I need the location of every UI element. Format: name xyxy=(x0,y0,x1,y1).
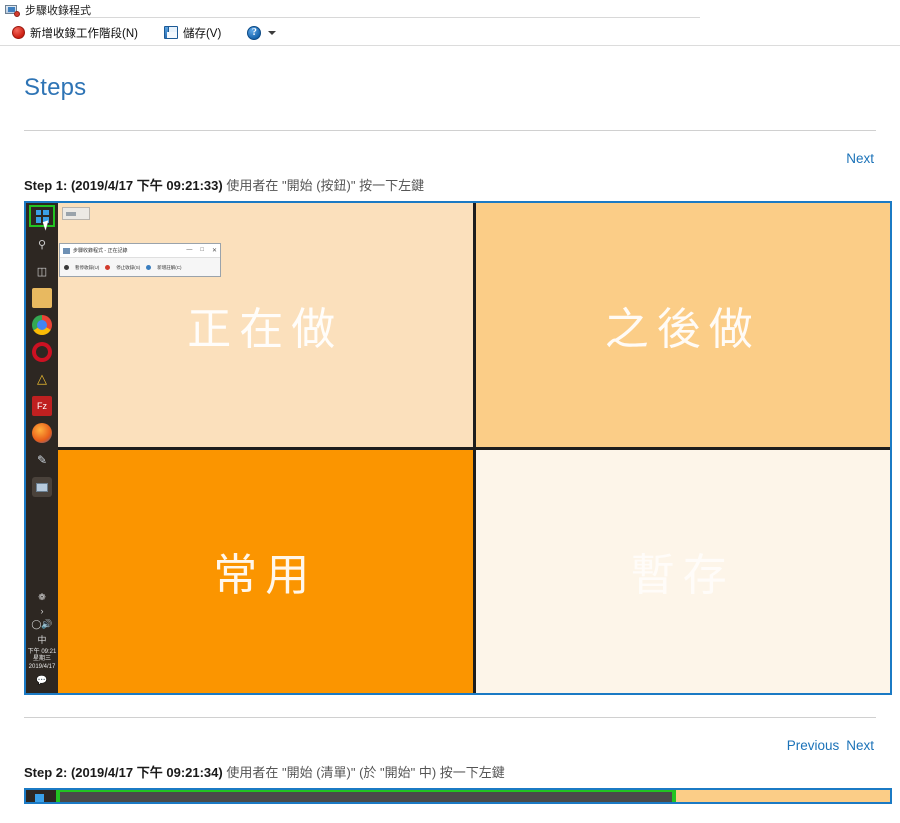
step-1-description: Step 1: (2019/4/17 下午 09:21:33) 使用者在 "開始… xyxy=(24,175,876,194)
save-label: 儲存(V) xyxy=(182,27,222,40)
step-1-separator xyxy=(24,717,876,718)
system-tray: ❁ › ◯🔊 中 下午 09:21 星期三 2019/4/17 💬 xyxy=(26,592,58,690)
recorder-window-toolbar: 暫停收錄(U) 停止收錄(S) 新增註解(C) xyxy=(60,258,220,277)
page-title: Steps xyxy=(24,74,87,101)
step-2-navigation: Previous Next xyxy=(24,738,876,753)
quadrant-frequent: 常用 xyxy=(58,449,473,693)
start-button[interactable] xyxy=(29,205,55,227)
step-2-start-menu xyxy=(60,792,672,802)
steps-recorder-icon xyxy=(63,247,70,254)
clock-time[interactable]: 下午 09:21 xyxy=(28,649,57,657)
save-button[interactable]: 儲存(V) xyxy=(158,22,227,44)
new-recording-session-button[interactable]: 新增收錄工作階段(N) xyxy=(6,22,144,44)
maximize-icon[interactable]: □ xyxy=(200,247,204,254)
step-2-prefix: Step 2: xyxy=(24,765,68,780)
clock-day[interactable]: 星期三 xyxy=(33,656,51,664)
step-2-action: 使用者在 "開始 (清單)" (於 "開始" 中) 按一下左鍵 xyxy=(226,765,505,780)
step-2-screenshot[interactable] xyxy=(24,788,892,804)
title-divider xyxy=(60,17,700,18)
quadrant-frequent-label: 常用 xyxy=(213,550,318,602)
comment-label[interactable]: 新增註解(C) xyxy=(157,265,181,271)
chrome-icon[interactable] xyxy=(32,315,52,335)
quadrant-temp: 暫存 xyxy=(475,449,890,693)
step-2-description: Step 2: (2019/4/17 下午 09:21:34) 使用者在 "開始… xyxy=(24,762,876,781)
step-1-screenshot[interactable]: 正在做 之後做 常用 暫存 步驟收錄程式 - 正在記錄 — □ ✕ 暫停收錄(U… xyxy=(24,201,892,695)
file-explorer-icon[interactable] xyxy=(32,288,52,308)
recorder-window[interactable]: 步驟收錄程式 - 正在記錄 — □ ✕ 暫停收錄(U) 停止收錄(S) 新增註解… xyxy=(59,243,221,277)
help-icon: ? xyxy=(247,25,262,40)
next-link[interactable]: Next xyxy=(846,738,874,753)
clock-date[interactable]: 2019/4/17 xyxy=(29,664,56,672)
bluetooth-icon[interactable]: ❁ xyxy=(38,592,46,603)
windows-taskbar: ⚲ ◫ △ Fz ✎ ❁ › ◯🔊 中 下午 09:21 星期三 2019/4/… xyxy=(26,203,58,693)
quadrant-do-later: 之後做 xyxy=(475,203,890,447)
opera-icon[interactable] xyxy=(32,342,52,362)
ime-icon[interactable]: 中 xyxy=(37,633,46,646)
steps-document: Steps Next Step 1: (2019/4/17 下午 09:21:3… xyxy=(0,46,900,822)
overflow-chevron-icon[interactable]: › xyxy=(41,606,44,616)
window-title: 步驟收錄程式 xyxy=(25,5,91,17)
recorder-window-title-bar: 步驟收錄程式 - 正在記錄 — □ ✕ xyxy=(60,244,220,258)
steps-recorder-icon[interactable] xyxy=(32,477,52,497)
step-2-timestamp: (2019/4/17 下午 09:21:34) xyxy=(70,765,223,780)
window-title-bar: 步驟收錄程式 xyxy=(0,0,900,20)
steps-recorder-icon xyxy=(5,4,20,17)
help-button[interactable]: ? xyxy=(241,22,282,44)
chevron-down-icon[interactable] xyxy=(268,30,277,35)
new-recording-session-label: 新增收錄工作階段(N) xyxy=(30,27,138,40)
title-separator xyxy=(24,130,876,131)
paint-icon[interactable]: ✎ xyxy=(32,450,52,470)
previous-link[interactable]: Previous xyxy=(787,738,840,753)
toolbar: 新增收錄工作階段(N) 儲存(V) ? xyxy=(0,20,900,46)
step-1-navigation: Next xyxy=(24,151,876,166)
action-center-icon[interactable]: 💬 xyxy=(36,675,47,686)
pause-icon xyxy=(64,265,69,270)
search-icon[interactable]: ⚲ xyxy=(32,234,52,254)
recorder-window-controls: — □ ✕ xyxy=(186,247,217,254)
save-icon xyxy=(163,26,178,39)
notepadpp-icon[interactable]: △ xyxy=(32,369,52,389)
stop-icon xyxy=(105,265,111,270)
comment-icon xyxy=(146,265,152,270)
task-view-icon[interactable]: ◫ xyxy=(32,261,52,281)
network-volume-icons[interactable]: ◯🔊 xyxy=(31,619,52,630)
step-1-prefix: Step 1: xyxy=(24,178,68,193)
firefox-icon[interactable] xyxy=(32,423,52,443)
quadrant-do-later-label: 之後做 xyxy=(604,303,761,355)
step-2-taskbar xyxy=(26,790,56,802)
minimize-icon[interactable]: — xyxy=(186,247,192,254)
quadrant-temp-label: 暫存 xyxy=(630,550,735,602)
filezilla-icon[interactable]: Fz xyxy=(32,396,52,416)
next-link[interactable]: Next xyxy=(846,151,874,166)
pause-label[interactable]: 暫停收錄(U) xyxy=(75,265,99,271)
stop-label[interactable]: 停止收錄(S) xyxy=(116,265,140,271)
taskbar-thumbnail xyxy=(62,207,90,220)
quadrant-doing-now-label: 正在做 xyxy=(187,303,344,355)
recorder-window-title: 步驟收錄程式 - 正在記錄 xyxy=(73,248,128,254)
close-icon[interactable]: ✕ xyxy=(212,247,217,254)
step-1-action: 使用者在 "開始 (按鈕)" 按一下左鍵 xyxy=(226,178,425,193)
quadrant-doing-now: 正在做 xyxy=(58,203,473,447)
step-1-timestamp: (2019/4/17 下午 09:21:33) xyxy=(70,178,223,193)
record-icon xyxy=(12,26,25,39)
